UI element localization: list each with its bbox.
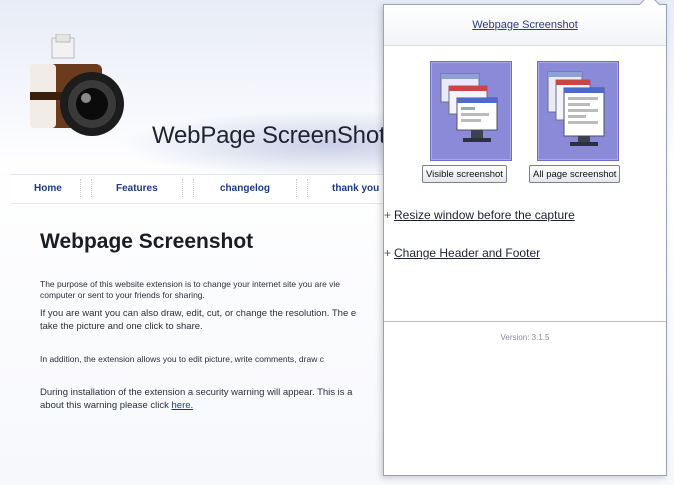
popup-title-link[interactable]: Webpage Screenshot bbox=[472, 19, 578, 31]
visible-screenshot-icon[interactable] bbox=[430, 61, 512, 161]
paragraph-line: During installation of the extension a s… bbox=[40, 387, 353, 398]
resize-window-link[interactable]: Resize window before the capture bbox=[394, 208, 575, 222]
nav-separator bbox=[182, 179, 194, 197]
all-page-screenshot-button[interactable]: All page screenshot bbox=[529, 165, 621, 183]
paragraph-line: about this warning please click here. bbox=[40, 400, 390, 411]
nav-changelog[interactable]: changelog bbox=[220, 183, 270, 194]
header-footer-option[interactable]: + Change Header and Footer bbox=[384, 246, 540, 260]
plus-icon: + bbox=[384, 208, 392, 222]
paragraph-text: about this warning please click bbox=[40, 400, 169, 411]
paragraph-line: computer or sent to your friends for sha… bbox=[40, 290, 205, 300]
paragraph-line: The purpose of this website extension is… bbox=[40, 279, 341, 289]
camera-logo-icon bbox=[30, 34, 124, 136]
nav-separator bbox=[296, 179, 308, 197]
content-title: Webpage Screenshot bbox=[40, 230, 254, 253]
site-nav: Home Features changelog thank you bbox=[10, 174, 390, 204]
nav-separator bbox=[80, 179, 92, 197]
paragraph-line: If you are want you can also draw, edit,… bbox=[40, 308, 357, 319]
header-footer-link[interactable]: Change Header and Footer bbox=[394, 246, 540, 260]
popup-divider bbox=[384, 321, 666, 322]
all-page-screenshot-icon[interactable] bbox=[537, 61, 619, 161]
paragraph-line: In addition, the extension allows you to… bbox=[40, 354, 324, 364]
plus-icon: + bbox=[384, 246, 392, 260]
resize-window-option[interactable]: + Resize window before the capture bbox=[384, 208, 575, 222]
visible-screenshot-button[interactable]: Visible screenshot bbox=[422, 165, 507, 183]
site-title: WebPage ScreenShot bbox=[152, 122, 386, 149]
extension-popup: Webpage Screenshot Visible screenshot Al… bbox=[383, 0, 667, 476]
popup-header: Webpage Screenshot bbox=[384, 5, 666, 46]
nav-features[interactable]: Features bbox=[116, 183, 158, 194]
nav-home[interactable]: Home bbox=[34, 183, 62, 194]
nav-thank-you[interactable]: thank you bbox=[332, 183, 379, 194]
version-label: Version: 3.1.5 bbox=[500, 333, 550, 342]
paragraph-line: take the picture and one click to share. bbox=[40, 321, 203, 332]
here-link[interactable]: here. bbox=[172, 400, 194, 411]
